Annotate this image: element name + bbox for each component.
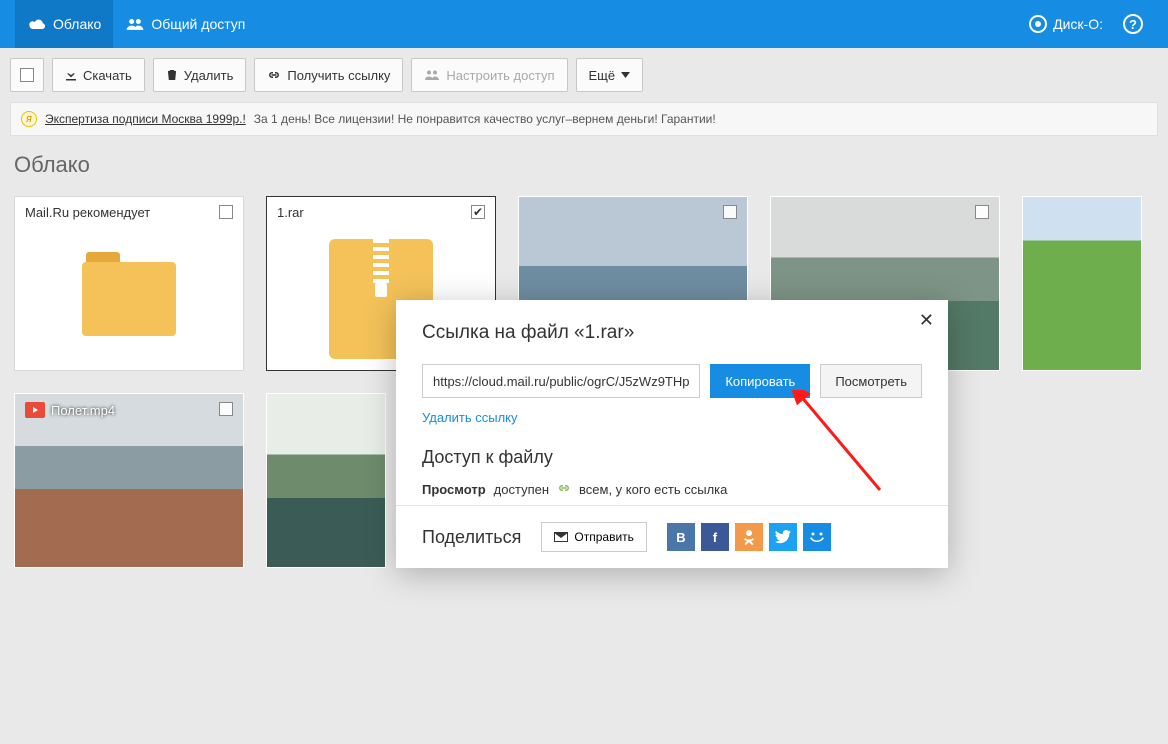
modal-close-button[interactable]: ✕ xyxy=(919,310,934,331)
tile-label: Mail.Ru рекомендует xyxy=(25,205,150,220)
nav-disko-label: Диск-О: xyxy=(1053,16,1103,32)
nav-shared[interactable]: Общий доступ xyxy=(113,0,257,48)
tile-photo-3[interactable] xyxy=(1022,196,1142,371)
ad-icon: я xyxy=(21,111,37,127)
modal-title: Ссылка на файл «1.rar» xyxy=(422,322,922,344)
download-icon xyxy=(65,69,77,81)
delete-button[interactable]: Удалить xyxy=(153,58,247,92)
delete-label: Удалить xyxy=(184,68,234,83)
tile-checkbox[interactable] xyxy=(219,205,233,219)
help-icon: ? xyxy=(1123,14,1143,34)
access-row: Просмотр доступен всем, у кого есть ссыл… xyxy=(422,482,922,497)
people-icon xyxy=(125,16,145,32)
access-section-title: Доступ к файлу xyxy=(422,447,922,468)
access-who-label: всем, у кого есть ссылка xyxy=(579,482,727,497)
more-label: Ещё xyxy=(589,68,616,83)
trash-icon xyxy=(166,69,178,81)
tile-video[interactable]: Полет.mp4 xyxy=(14,393,244,568)
nav-shared-label: Общий доступ xyxy=(151,16,245,32)
tile-label: Полет.mp4 xyxy=(51,403,115,418)
share-ok-button[interactable] xyxy=(735,523,763,551)
tile-checkbox[interactable] xyxy=(723,205,737,219)
send-label: Отправить xyxy=(574,530,634,544)
nav-disko[interactable]: Диск-О: xyxy=(1019,15,1113,33)
people-small-icon xyxy=(424,69,440,81)
ad-text: За 1 день! Все лицензии! Не понравится к… xyxy=(254,112,716,126)
share-tw-button[interactable] xyxy=(769,523,797,551)
folder-icon xyxy=(82,262,176,336)
access-available-label: доступен xyxy=(494,482,549,497)
nav-cloud-label: Облако xyxy=(53,16,101,32)
share-fb-button[interactable]: f xyxy=(701,523,729,551)
share-url-input[interactable] xyxy=(422,364,700,398)
delete-link[interactable]: Удалить ссылку xyxy=(422,410,518,425)
get-link-label: Получить ссылку xyxy=(287,68,390,83)
tile-label: 1.rar xyxy=(277,205,304,220)
download-label: Скачать xyxy=(83,68,132,83)
access-view-label: Просмотр xyxy=(422,482,486,497)
link-icon xyxy=(267,69,281,81)
send-button[interactable]: Отправить xyxy=(541,522,647,552)
link-small-icon xyxy=(557,482,571,497)
mail-icon xyxy=(554,532,568,542)
video-badge-icon xyxy=(25,402,45,418)
configure-access-button[interactable]: Настроить доступ xyxy=(411,58,567,92)
tile-checkbox[interactable] xyxy=(975,205,989,219)
copy-button[interactable]: Копировать xyxy=(710,364,810,398)
cloud-icon xyxy=(27,17,47,31)
nav-help[interactable]: ? xyxy=(1113,14,1153,34)
tile-recommend[interactable]: Mail.Ru рекомендует xyxy=(14,196,244,371)
share-section-title: Поделиться xyxy=(422,527,521,548)
more-button[interactable]: Ещё xyxy=(576,58,644,92)
video-thumb xyxy=(15,394,243,567)
get-link-button[interactable]: Получить ссылку xyxy=(254,58,403,92)
disko-icon xyxy=(1029,15,1047,33)
tile-checkbox-checked[interactable]: ✔ xyxy=(471,205,485,219)
view-button[interactable]: Посмотреть xyxy=(820,364,922,398)
chevron-down-icon xyxy=(621,72,630,78)
checkbox-icon xyxy=(20,68,34,82)
download-button[interactable]: Скачать xyxy=(52,58,145,92)
configure-access-label: Настроить доступ xyxy=(446,68,554,83)
select-all-checkbox[interactable] xyxy=(10,58,44,92)
photo-thumb xyxy=(1023,197,1141,370)
share-moimir-button[interactable] xyxy=(803,523,831,551)
ad-link[interactable]: Экспертиза подписи Москва 1999р.! xyxy=(45,112,246,126)
ad-bar: я Экспертиза подписи Москва 1999р.! За 1… xyxy=(10,102,1158,136)
tile-checkbox[interactable] xyxy=(219,402,233,416)
page-title: Облако xyxy=(10,136,1158,196)
tile-photo-4[interactable] xyxy=(266,393,386,568)
share-link-modal: ✕ Ссылка на файл «1.rar» Копировать Посм… xyxy=(396,300,948,568)
photo-thumb xyxy=(267,394,385,567)
share-vk-button[interactable]: B xyxy=(667,523,695,551)
nav-cloud[interactable]: Облако xyxy=(15,0,113,48)
